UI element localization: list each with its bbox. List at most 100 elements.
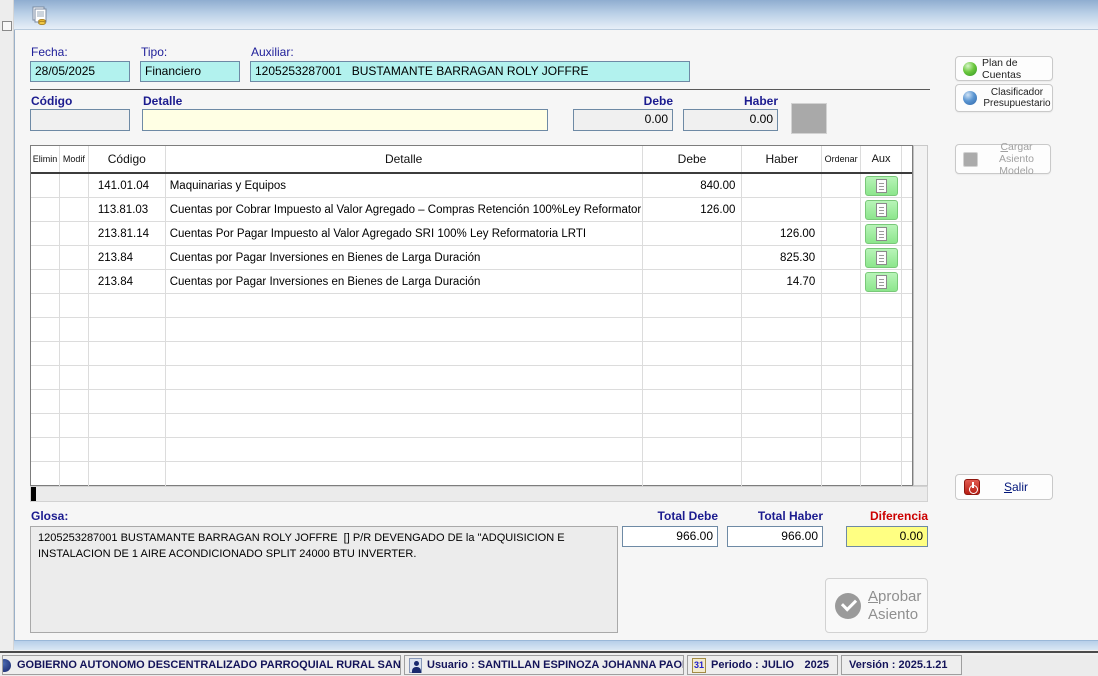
aprobar-asiento-button[interactable]: Aprobar Asiento [825, 578, 928, 633]
grid-header-haber[interactable]: Haber [742, 146, 822, 172]
grid-horizontal-scrollbar[interactable] [30, 486, 928, 502]
grid-row-5[interactable]: 213.84 Cuentas por Pagar Inversiones en … [31, 270, 912, 294]
detalle-cell: Maquinarias y Equipos [166, 174, 643, 197]
grid-empty-row[interactable] [31, 318, 912, 342]
elimin-cell[interactable] [31, 174, 60, 197]
periodo-year: 2025 [805, 659, 837, 671]
total-haber-label: Total Haber [727, 509, 823, 523]
aux-button[interactable] [865, 272, 898, 292]
haber-cell [742, 174, 822, 197]
modif-cell[interactable] [60, 246, 89, 269]
mdi-left-strip [0, 0, 14, 650]
clasificador-label: Clasificador Presupuestario [982, 87, 1052, 110]
gray-square-button[interactable] [791, 103, 827, 134]
debe-cell [643, 222, 743, 245]
fecha-input[interactable]: 28/05/2025 [30, 61, 130, 82]
grid-row-1[interactable]: 141.01.04 Maquinarias y Equipos 840.00 [31, 174, 912, 198]
salir-button[interactable]: Salir [955, 474, 1053, 500]
new-document-toolbar-button[interactable] [30, 6, 50, 26]
salir-label: Salir [980, 480, 1052, 494]
debe-cell [643, 246, 743, 269]
cargar-asiento-modelo-button[interactable]: Cargar Asiento Modelo [955, 144, 1051, 174]
cargar-asiento-modelo-label: Cargar Asiento Modelo [983, 141, 1050, 177]
entity-globe-icon [2, 659, 11, 672]
auxiliar-label: Auxiliar: [251, 45, 294, 59]
statusbar: GOBIERNO AUTONOMO DESCENTRALIZADO PARROQ… [0, 655, 1098, 676]
detalle-label: Detalle [143, 94, 182, 108]
grid-header-debe[interactable]: Debe [643, 146, 743, 172]
aux-button[interactable] [865, 248, 898, 268]
plan-de-cuentas-button[interactable]: Plan de Cuentas [955, 56, 1053, 81]
grid-empty-row[interactable] [31, 294, 912, 318]
grid-header-ordenar[interactable]: Ordenar [822, 146, 861, 172]
modif-cell[interactable] [60, 174, 89, 197]
window-bottom-frame [14, 640, 1098, 650]
document-icon [876, 227, 887, 241]
grid-empty-row[interactable] [31, 390, 912, 414]
green-sphere-icon [963, 62, 977, 76]
grid-empty-row[interactable] [31, 342, 912, 366]
diferencia-field: 0.00 [846, 526, 928, 547]
calendar-icon: 31 [692, 658, 706, 673]
blue-sphere-icon [963, 91, 977, 105]
plan-de-cuentas-label: Plan de Cuentas [982, 57, 1052, 81]
grid-row-4[interactable]: 213.84 Cuentas por Pagar Inversiones en … [31, 246, 912, 270]
haber-cell: 14.70 [742, 270, 822, 293]
usuario-text: Usuario : SANTILLAN ESPINOZA JOHANNA PAO… [427, 659, 684, 671]
document-icon [876, 275, 887, 289]
window-toolbar [14, 0, 1098, 30]
entity-name: GOBIERNO AUTONOMO DESCENTRALIZADO PARROQ… [17, 659, 401, 671]
grid-header-aux[interactable]: Aux [861, 146, 902, 172]
modif-cell[interactable] [60, 270, 89, 293]
elimin-cell[interactable] [31, 270, 60, 293]
elimin-cell[interactable] [31, 198, 60, 221]
grid-empty-row[interactable] [31, 438, 912, 462]
haber-cell: 825.30 [742, 246, 822, 269]
asiento-grid: Elimin Modif Código Detalle Debe Haber O… [30, 145, 913, 486]
document-icon [876, 179, 887, 193]
ordenar-cell[interactable] [822, 246, 861, 269]
aux-button[interactable] [865, 200, 898, 220]
grid-row-2[interactable]: 113.81.03 Cuentas por Cobrar Impuesto al… [31, 198, 912, 222]
ordenar-cell[interactable] [822, 222, 861, 245]
haber-cell [742, 198, 822, 221]
ordenar-cell[interactable] [822, 270, 861, 293]
modif-cell[interactable] [60, 198, 89, 221]
grid-header-elimin[interactable]: Elimin [31, 146, 60, 172]
debe-input[interactable]: 0.00 [573, 109, 673, 131]
aux-button[interactable] [865, 176, 898, 196]
document-icon [876, 203, 887, 217]
tipo-label: Tipo: [141, 45, 167, 59]
ordenar-cell[interactable] [822, 198, 861, 221]
modif-cell[interactable] [60, 222, 89, 245]
statusbar-periodo-section: 31 Periodo : JULIO 2025 [687, 655, 838, 675]
auxiliar-input[interactable]: 1205253287001 BUSTAMANTE BARRAGAN ROLY J… [250, 61, 690, 82]
grid-empty-row[interactable] [31, 462, 912, 486]
debe-cell: 126.00 [643, 198, 743, 221]
haber-input[interactable]: 0.00 [683, 109, 778, 131]
grid-row-3[interactable]: 213.81.14 Cuentas Por Pagar Impuesto al … [31, 222, 912, 246]
glosa-textarea[interactable]: 1205253287001 BUSTAMANTE BARRAGAN ROLY J… [30, 526, 618, 633]
haber-cell: 126.00 [742, 222, 822, 245]
fecha-label: Fecha: [31, 45, 68, 59]
ordenar-cell[interactable] [822, 174, 861, 197]
detalle-input[interactable] [142, 109, 548, 131]
gray-square-icon [963, 152, 978, 167]
glosa-label: Glosa: [31, 509, 68, 523]
grid-vertical-scrollbar[interactable] [913, 145, 928, 486]
collapsed-panel-box[interactable] [2, 21, 12, 31]
elimin-cell[interactable] [31, 246, 60, 269]
grid-header-modif[interactable]: Modif [60, 146, 89, 172]
total-debe-label: Total Debe [622, 509, 718, 523]
power-icon [964, 479, 980, 495]
grid-header-codigo[interactable]: Código [89, 146, 166, 172]
grid-header-detalle[interactable]: Detalle [166, 146, 643, 172]
clasificador-presupuestario-button[interactable]: Clasificador Presupuestario [955, 84, 1053, 112]
codigo-input[interactable] [30, 109, 130, 131]
periodo-text: Periodo : JULIO [711, 659, 794, 671]
grid-empty-row[interactable] [31, 414, 912, 438]
tipo-input[interactable]: Financiero [140, 61, 240, 82]
aux-button[interactable] [865, 224, 898, 244]
elimin-cell[interactable] [31, 222, 60, 245]
grid-empty-row[interactable] [31, 366, 912, 390]
